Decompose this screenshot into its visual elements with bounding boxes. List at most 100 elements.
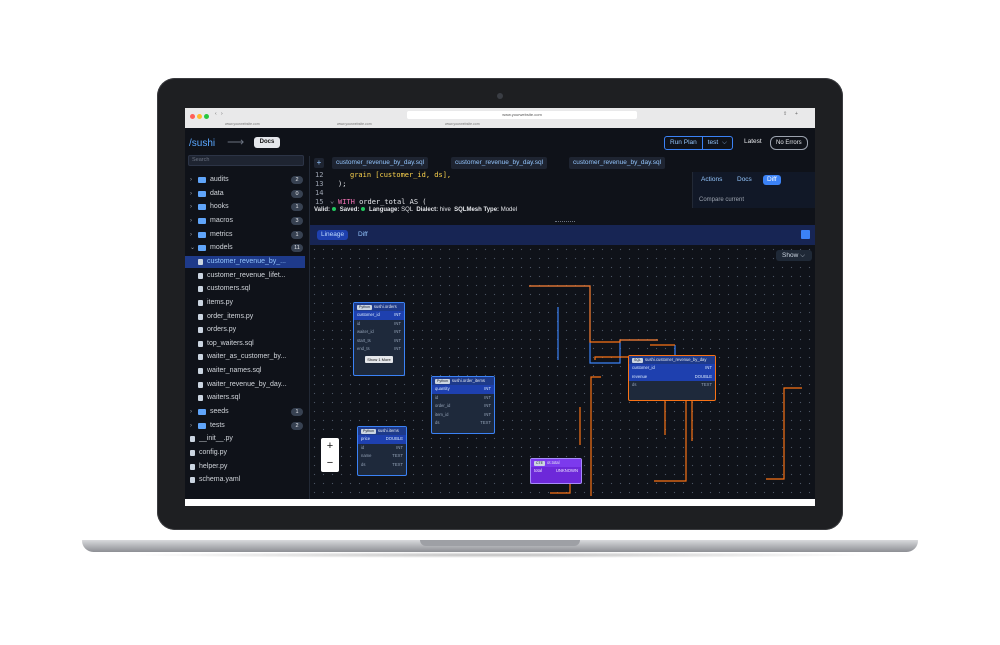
file-item[interactable]: waiter_as_customer_by... <box>185 351 305 363</box>
column-row[interactable]: name TEXT <box>358 452 406 461</box>
close-window-icon[interactable] <box>190 114 195 119</box>
file-item[interactable]: customer_revenue_by_... <box>185 255 305 268</box>
compare-text: Compare current <box>699 197 745 203</box>
folder-item[interactable]: › macros 3 <box>185 215 305 227</box>
line-number: 13 <box>315 180 324 188</box>
column-row[interactable]: order_id INT <box>432 402 494 411</box>
errors-badge[interactable]: No Errors <box>770 136 808 150</box>
file-item[interactable]: orders.py <box>185 324 305 336</box>
folder-icon <box>198 422 206 429</box>
editor-tab[interactable]: customer_revenue_by_day.sql <box>569 157 666 169</box>
column-name: quantity <box>435 386 450 391</box>
column-row[interactable]: item_id INT <box>432 411 494 420</box>
file-item[interactable]: waiters.sql <box>185 392 305 404</box>
node-order-items[interactable]: Python sushi.order_items quantity INT id IN… <box>431 376 495 434</box>
search-input[interactable]: Search <box>188 155 304 166</box>
column-type: INT <box>394 337 401 343</box>
node-ot-total[interactable]: CTE ot.total total UNKNOWN <box>530 458 582 484</box>
show-more-button[interactable]: Show 1 More <box>365 355 393 363</box>
code-line: ); <box>338 180 347 188</box>
chevron-right-icon[interactable]: › <box>190 229 192 241</box>
columns-icon[interactable] <box>801 230 810 239</box>
folder-item[interactable]: › tests 2 <box>185 420 305 432</box>
docs-button[interactable]: Docs <box>254 137 280 148</box>
chevron-right-icon[interactable]: › <box>190 201 192 213</box>
chevron-right-icon[interactable]: › <box>190 188 192 200</box>
column-row[interactable]: id INT <box>358 444 406 453</box>
tab-lineage[interactable]: Lineage <box>317 230 349 240</box>
column-row[interactable]: customer_id INT <box>629 364 715 373</box>
file-item[interactable]: customers.sql <box>185 283 305 295</box>
node-customer-revenue-by-day[interactable]: SQL sushi.customer_revenue_by_day custome… <box>628 355 716 401</box>
column-row[interactable]: ds TEXT <box>358 461 406 470</box>
file-item[interactable]: customer_revenue_lifet... <box>185 270 305 282</box>
file-item[interactable]: helper.py <box>185 461 305 473</box>
column-row[interactable]: revenue DOUBLE <box>629 372 715 381</box>
editor-tab[interactable]: customer_revenue_by_day.sql <box>332 157 429 169</box>
chevron-right-icon[interactable]: › <box>190 420 192 432</box>
folder-item[interactable]: › seeds 1 <box>185 406 305 418</box>
forward-icon[interactable]: › <box>221 111 223 117</box>
back-icon[interactable]: ‹ <box>215 111 217 117</box>
column-row[interactable]: start_ts INT <box>354 337 404 346</box>
file-item[interactable]: waiter_revenue_by_day... <box>185 379 305 391</box>
file-item[interactable]: waiter_names.sql <box>185 365 305 377</box>
file-icon <box>190 450 195 456</box>
column-row[interactable]: price DOUBLE <box>358 435 406 444</box>
column-type: TEXT <box>480 420 491 425</box>
tab-actions[interactable]: Actions <box>697 175 726 185</box>
add-tab-button[interactable]: + <box>314 158 324 168</box>
browser-tab[interactable]: www.yourwebsite.com <box>225 122 260 126</box>
browser-tab[interactable]: www.yourwebsite.com <box>445 122 480 126</box>
column-type: INT <box>394 329 401 334</box>
file-item[interactable]: order_items.py <box>185 311 305 323</box>
folder-item[interactable]: › metrics 1 <box>185 229 305 241</box>
tab-docs[interactable]: Docs <box>733 175 756 185</box>
code-editor[interactable]: 12 grain [customer_id, ds], 13 ); 14 15 … <box>310 170 690 207</box>
run-plan-button[interactable]: Run Plan <box>665 137 702 149</box>
item-label: order_items.py <box>207 312 254 320</box>
tab-lineage-diff[interactable]: Diff <box>354 230 372 240</box>
column-row[interactable]: waiter_id INT <box>354 328 404 337</box>
language-value: SQL <box>401 207 414 213</box>
node-orders[interactable]: Python sushi.orders customer_id INT id INT … <box>353 302 405 376</box>
fold-icon[interactable]: ⌄ <box>330 197 334 205</box>
url-bar[interactable]: www.yourwebsite.com <box>407 111 637 119</box>
item-label: metrics <box>210 230 233 238</box>
folder-item[interactable]: › data 0 <box>185 188 305 200</box>
folder-item[interactable]: › audits 2 <box>185 174 305 186</box>
tab-diff[interactable]: Diff <box>763 175 781 185</box>
chevron-right-icon[interactable]: › <box>190 215 192 227</box>
file-item[interactable]: top_waiters.sql <box>185 338 305 350</box>
column-row[interactable]: ds TEXT <box>432 419 494 428</box>
chevron-right-icon[interactable]: › <box>190 174 192 186</box>
chevron-down-icon[interactable]: ⌄ <box>190 242 195 254</box>
environment-select[interactable]: test ⌵ <box>701 137 732 149</box>
column-row[interactable]: total UNKNOWN <box>531 467 581 476</box>
column-row[interactable]: end_ts INT <box>354 345 404 354</box>
column-row[interactable]: ds TEXT <box>629 381 715 390</box>
maximize-window-icon[interactable] <box>204 114 209 119</box>
project-title[interactable]: /sushi <box>189 138 215 149</box>
zoom-in-button[interactable]: + <box>321 438 339 455</box>
zoom-out-button[interactable]: − <box>321 455 339 472</box>
minimize-window-icon[interactable] <box>197 114 202 119</box>
chevron-right-icon[interactable]: › <box>190 406 192 418</box>
node-items[interactable]: Python sushi.items price DOUBLE id INT name… <box>357 426 407 476</box>
file-item[interactable]: config.py <box>185 447 305 459</box>
share-icon[interactable]: ⇪ <box>783 111 787 117</box>
browser-tab[interactable]: www.yourwebsite.com <box>337 122 372 126</box>
column-row[interactable]: customer_id INT <box>354 311 404 320</box>
file-item[interactable]: __init__.py <box>185 433 305 445</box>
folder-item[interactable]: ⌄ models 11 <box>185 242 305 254</box>
folder-item[interactable]: › hooks 1 <box>185 201 305 213</box>
panel-resize-handle[interactable] <box>555 221 575 224</box>
file-item[interactable]: items.py <box>185 297 305 309</box>
new-tab-icon[interactable]: + <box>795 111 798 117</box>
editor-tab[interactable]: customer_revenue_by_day.sql <box>451 157 548 169</box>
edge-orange <box>654 395 694 482</box>
column-row[interactable]: quantity INT <box>432 385 494 394</box>
column-row[interactable]: id INT <box>354 320 404 329</box>
file-item[interactable]: schema.yaml <box>185 474 305 486</box>
column-row[interactable]: id INT <box>432 394 494 403</box>
